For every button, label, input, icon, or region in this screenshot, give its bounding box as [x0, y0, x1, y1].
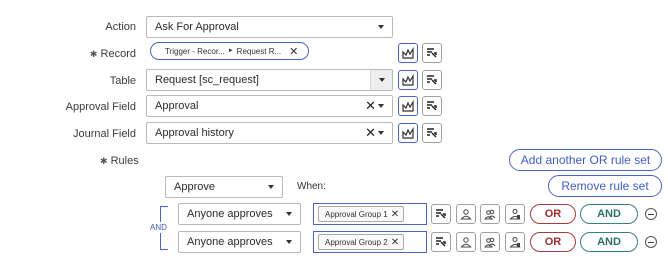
journal-data-pill-picker-button[interactable] [398, 123, 418, 143]
script-toggle-icon [427, 128, 437, 138]
close-icon[interactable]: ✕ [391, 209, 399, 220]
journal-field-select[interactable]: Approval history ✕ [146, 122, 393, 144]
or-button[interactable]: OR [530, 232, 576, 252]
chevron-down-icon [286, 212, 292, 216]
data-pill-picker-icon [402, 74, 414, 86]
clear-icon[interactable]: ✕ [365, 125, 376, 141]
script-toggle-button[interactable] [431, 204, 451, 224]
data-pill-picker-icon [402, 100, 414, 112]
close-icon[interactable]: ✕ [289, 45, 298, 58]
journal-field-label: Journal Field [73, 128, 136, 140]
remove-rule-set-button[interactable]: Remove rule set [548, 175, 662, 197]
decision-select[interactable]: Approve [165, 176, 283, 198]
script-toggle-icon [427, 101, 437, 111]
script-toggle-icon [427, 48, 437, 58]
chevron-down-icon [286, 240, 292, 244]
add-user-button[interactable] [456, 232, 476, 252]
approval-field-select[interactable]: Approval ✕ [146, 95, 393, 117]
group-tag: Approval Group 2 ✕ [318, 234, 405, 250]
approval-field-label: Approval Field [65, 101, 136, 113]
remove-row-icon[interactable] [645, 236, 657, 248]
script-toggle-icon [427, 75, 437, 85]
or-button[interactable]: OR [530, 204, 576, 224]
rules-label: ✱ Rules [100, 155, 139, 167]
chevron-down-icon [378, 131, 384, 135]
action-label: Action [105, 21, 136, 33]
chevron-down-icon [378, 25, 384, 29]
add-group-button[interactable] [480, 204, 500, 224]
action-select[interactable]: Ask For Approval [146, 16, 393, 38]
manual-user-button[interactable] [505, 204, 525, 224]
chevron-down-icon [268, 185, 274, 189]
data-pill-picker-icon [402, 127, 414, 139]
when-label: When: [297, 181, 326, 192]
group-icon [484, 237, 496, 248]
clear-icon[interactable]: ✕ [365, 98, 376, 114]
required-mark: ✱ [89, 49, 98, 59]
manual-user-icon [509, 209, 521, 220]
approval-script-toggle-button[interactable] [422, 96, 442, 116]
script-toggle-button[interactable] [431, 232, 451, 252]
record-label: ✱ Record [89, 48, 136, 60]
table-select[interactable]: Request [sc_request] [146, 69, 393, 91]
script-toggle-icon [436, 237, 446, 247]
table-data-pill-picker-button[interactable] [398, 70, 418, 90]
condition-select[interactable]: Anyone approves [178, 231, 301, 253]
and-button[interactable]: AND [580, 232, 638, 252]
and-group-label: AND [150, 222, 167, 233]
required-mark: ✱ [100, 156, 108, 166]
approver-group-field[interactable]: Approval Group 2 ✕ [313, 231, 427, 253]
user-icon [460, 209, 472, 220]
approval-data-pill-picker-button[interactable] [398, 96, 418, 116]
add-group-button[interactable] [480, 232, 500, 252]
record-data-pill-picker-button[interactable] [398, 43, 418, 63]
table-label: Table [109, 75, 136, 87]
group-tag: Approval Group 1 ✕ [318, 206, 405, 222]
journal-script-toggle-button[interactable] [422, 123, 442, 143]
pill-separator-icon: ► [227, 48, 234, 54]
chevron-down-icon [378, 78, 385, 82]
script-toggle-icon [436, 209, 446, 219]
manual-user-icon [509, 237, 521, 248]
add-or-rule-set-button[interactable]: Add another OR rule set [509, 149, 662, 171]
record-data-pill[interactable]: Trigger - Recor... ► Request R... ✕ [150, 42, 309, 60]
condition-select[interactable]: Anyone approves [178, 203, 301, 225]
record-script-toggle-button[interactable] [422, 43, 442, 63]
add-user-button[interactable] [456, 204, 476, 224]
approver-group-field[interactable]: Approval Group 1 ✕ [313, 203, 427, 225]
and-button[interactable]: AND [580, 204, 638, 224]
close-icon[interactable]: ✕ [391, 237, 399, 248]
group-icon [484, 209, 496, 220]
data-pill-picker-icon [402, 47, 414, 59]
remove-row-icon[interactable] [645, 208, 657, 220]
table-script-toggle-button[interactable] [422, 70, 442, 90]
user-icon [460, 237, 472, 248]
chevron-down-icon [378, 104, 384, 108]
manual-user-button[interactable] [505, 232, 525, 252]
